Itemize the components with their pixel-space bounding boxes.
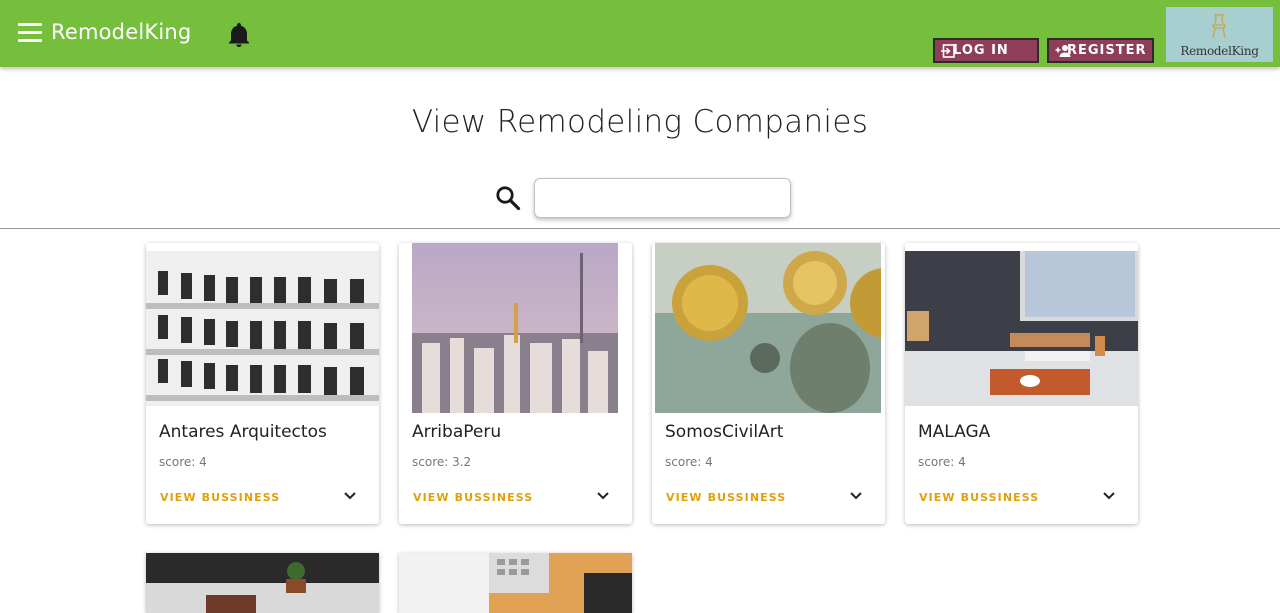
login-icon — [941, 44, 955, 58]
register-icon — [1055, 45, 1071, 57]
company-score: score: 4 — [665, 455, 713, 469]
login-button[interactable]: LOG IN — [933, 38, 1039, 63]
search-input[interactable] — [534, 178, 791, 218]
company-card: SomosCivilArt score: 4 VIEW BUSSINESS — [652, 243, 885, 524]
login-label: LOG IN — [953, 43, 1009, 58]
company-name: Antares Arquitectos — [159, 422, 327, 442]
company-name: SomosCivilArt — [665, 422, 784, 442]
brand-title[interactable]: RemodelKing — [51, 20, 191, 44]
company-image — [412, 243, 618, 413]
company-score: score: 4 — [918, 455, 966, 469]
company-card: Antares Arquitectos score: 4 VIEW BUSSIN… — [146, 243, 379, 524]
company-image — [146, 553, 379, 613]
bell-icon[interactable] — [227, 22, 251, 48]
company-image — [146, 251, 379, 406]
chevron-down-icon[interactable] — [1102, 491, 1116, 501]
company-card — [399, 553, 632, 613]
register-label: REGISTER — [1067, 43, 1147, 58]
register-button[interactable]: REGISTER — [1047, 38, 1154, 63]
company-card: MALAGA score: 4 VIEW BUSSINESS — [905, 243, 1138, 524]
logo-text: RemodelKing — [1180, 44, 1259, 58]
chevron-down-icon[interactable] — [343, 491, 357, 501]
divider — [0, 228, 1280, 229]
menu-icon[interactable] — [18, 23, 42, 43]
page-title: View Remodeling Companies — [411, 104, 869, 140]
company-card — [146, 553, 379, 613]
company-image — [399, 553, 632, 613]
search-icon[interactable] — [495, 185, 521, 211]
view-business-button[interactable]: VIEW BUSSINESS — [160, 491, 280, 504]
chair-logo-icon — [1212, 13, 1226, 39]
company-name: MALAGA — [918, 422, 991, 442]
view-business-button[interactable]: VIEW BUSSINESS — [919, 491, 1039, 504]
chevron-down-icon[interactable] — [849, 491, 863, 501]
brand-logo[interactable]: RemodelKing — [1166, 7, 1273, 62]
company-score: score: 4 — [159, 455, 207, 469]
company-image — [655, 243, 881, 413]
company-image — [905, 251, 1138, 406]
top-app-bar: RemodelKing LOG IN REGISTER RemodelKing — [0, 0, 1280, 67]
company-score: score: 3.2 — [412, 455, 472, 469]
company-name: ArribaPeru — [412, 422, 502, 442]
view-business-button[interactable]: VIEW BUSSINESS — [666, 491, 786, 504]
company-card: ArribaPeru score: 3.2 VIEW BUSSINESS — [399, 243, 632, 524]
view-business-button[interactable]: VIEW BUSSINESS — [413, 491, 533, 504]
chevron-down-icon[interactable] — [596, 491, 610, 501]
